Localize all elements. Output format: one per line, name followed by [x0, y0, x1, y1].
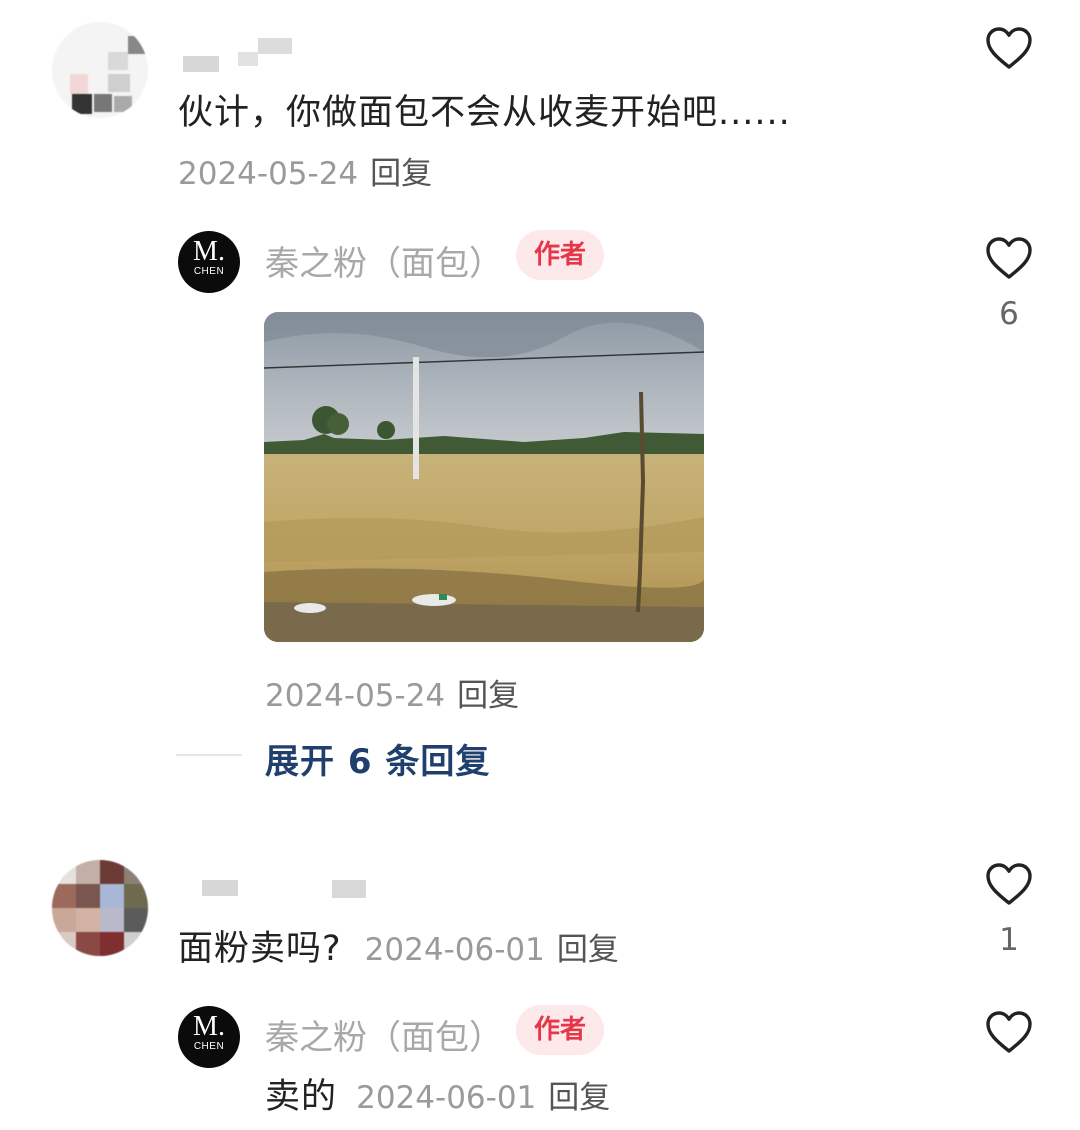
comment-meta: 2024-05-24 回复 [178, 148, 432, 193]
reply-text: 卖的 [265, 1077, 338, 1117]
username-blurred-2 [332, 880, 366, 898]
like-count: 6 [999, 296, 1019, 332]
author-badge: 作者 [516, 230, 605, 280]
username-blurred[interactable] [183, 56, 219, 72]
author-avatar[interactable]: M. CHEN [178, 231, 240, 293]
comment-meta: 2024-06-01 回复 [365, 932, 619, 968]
expand-divider-line [176, 754, 242, 756]
reply-button[interactable]: 回复 [548, 1080, 610, 1116]
like-count: 1 [999, 922, 1019, 958]
username-blurred-2 [238, 52, 258, 66]
heart-outline-icon[interactable] [985, 236, 1033, 280]
reply-button[interactable]: 回复 [457, 678, 519, 714]
comment-date: 2024-05-24 [178, 156, 359, 192]
reply-line: 卖的 2024-06-01 回复 [265, 1068, 610, 1119]
heart-outline-icon[interactable] [985, 1010, 1033, 1054]
avatar-blurred[interactable] [52, 22, 148, 118]
comment-text: 伙计，你做面包不会从收麦开始吧...... [178, 93, 791, 133]
reply-date: 2024-06-01 [356, 1080, 537, 1116]
avatar-logo-subtext: CHEN [193, 266, 225, 277]
author-avatar[interactable]: M. CHEN [178, 1006, 240, 1068]
username-blurred-3 [258, 38, 292, 54]
expand-replies-link[interactable]: 展开 6 条回复 [265, 734, 490, 783]
avatar-logo-text: M. [193, 236, 225, 267]
author-name[interactable]: 秦之粉（面包） [265, 1010, 503, 1059]
avatar-blurred[interactable] [52, 860, 148, 956]
avatar-logo-subtext: CHEN [193, 1041, 225, 1052]
comment-line: 面粉卖吗? 2024-06-01 回复 [178, 920, 619, 971]
author-badge: 作者 [516, 1005, 605, 1055]
avatar-logo-text: M. [193, 1011, 225, 1042]
reply-date: 2024-05-24 [265, 678, 446, 714]
reply-button[interactable]: 回复 [557, 932, 619, 968]
reply-button[interactable]: 回复 [370, 156, 432, 192]
author-name[interactable]: 秦之粉（面包） [265, 236, 503, 285]
heart-outline-icon[interactable] [985, 26, 1033, 70]
comment-text: 面粉卖吗? [178, 929, 342, 969]
username-blurred[interactable] [202, 880, 238, 896]
reply-meta: 2024-06-01 回复 [356, 1080, 610, 1116]
reply-image[interactable] [264, 312, 704, 642]
reply-meta: 2024-05-24 回复 [265, 670, 519, 715]
comment-date: 2024-06-01 [364, 932, 545, 968]
heart-outline-icon[interactable] [985, 862, 1033, 906]
